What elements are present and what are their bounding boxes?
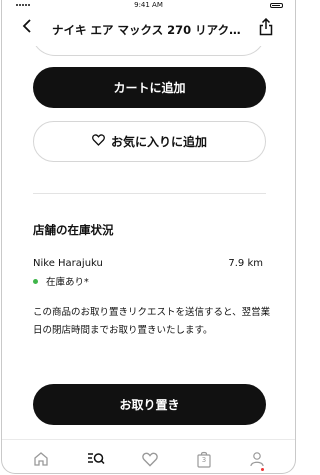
profile-icon[interactable] — [247, 449, 267, 471]
reservation-description: この商品のお取り置きリクエストを送信すると、翌営業日の閉店時間までお取り置きいた… — [33, 307, 271, 336]
chevron-left-icon[interactable] — [22, 19, 32, 36]
store-distance: 7.9 km — [228, 258, 263, 269]
reserve-label: お取り置き — [119, 398, 180, 412]
status-time: 9:41 AM — [134, 1, 163, 9]
heart-icon — [92, 134, 105, 149]
heart-icon[interactable] — [140, 449, 160, 469]
share-icon[interactable] — [259, 17, 273, 40]
top-header: ナイキ エア マックス 270 リアクト... — [2, 12, 295, 46]
page-title: ナイキ エア マックス 270 リアクト... — [52, 23, 247, 37]
phone-frame: 9:41 AM ナイキ エア マックス 270 リアクト... カートに追加 お… — [1, 0, 296, 474]
bag-count: 3 — [201, 456, 207, 464]
store-availability-title: 店舗の在庫状況 — [33, 223, 114, 237]
tab-bar: 3 — [2, 439, 295, 473]
in-stock-dot-icon — [33, 278, 38, 284]
notification-dot — [261, 468, 264, 471]
add-to-favorites-button[interactable]: お気に入りに追加 — [33, 121, 266, 162]
bag-icon[interactable]: 3 — [194, 449, 214, 469]
add-to-cart-button[interactable]: カートに追加 — [33, 67, 266, 108]
add-to-cart-label: カートに追加 — [113, 81, 186, 95]
status-bar: 9:41 AM — [2, 0, 295, 12]
home-icon[interactable] — [31, 449, 51, 469]
search-icon[interactable] — [86, 449, 106, 469]
store-name: Nike Harajuku — [33, 258, 103, 269]
add-to-favorites-label: お気に入りに追加 — [110, 135, 207, 149]
divider — [33, 193, 266, 194]
stock-status: 在庫あり* — [33, 274, 89, 288]
stock-status-label: 在庫あり* — [46, 277, 89, 288]
battery-icon — [270, 3, 283, 8]
reserve-button[interactable]: お取り置き — [33, 384, 266, 425]
